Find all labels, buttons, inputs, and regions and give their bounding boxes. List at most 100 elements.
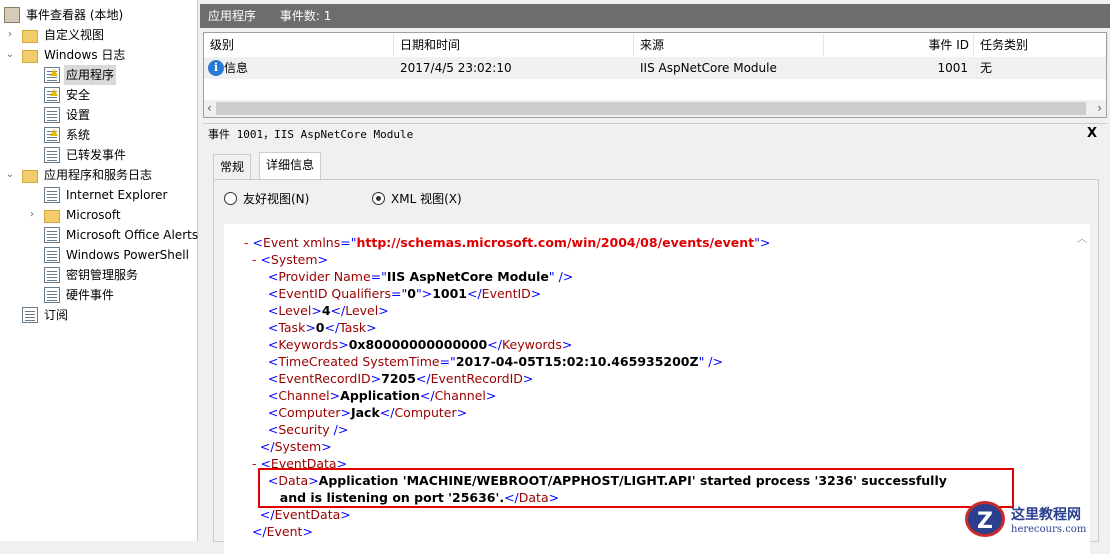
xml-token: < [267,303,279,318]
sidebar-item[interactable]: 应用程序 [44,65,117,85]
sidebar-item-label: Internet Explorer [66,188,168,202]
sidebar-item[interactable]: 硬件事件 [44,285,116,305]
xml-token: System [274,439,322,454]
xml-token: http://schemas.microsoft.com/win/2004/08… [356,235,755,250]
col-source[interactable]: 来源 [634,34,824,56]
radio-xml-view[interactable]: XML 视图(X) [372,190,462,207]
table-row[interactable]: i 信息 2017/4/5 23:02:10 IIS AspNetCore Mo… [204,57,1106,79]
xml-token: > [321,439,332,454]
xml-token: </ [419,388,435,403]
sidebar-item[interactable]: Internet Explorer [44,185,169,205]
sidebar-item[interactable]: 系统 [44,125,92,145]
sidebar-item[interactable]: ⌄ 应用程序和服务日志 [4,165,154,185]
xml-token: " /> [548,269,574,284]
xml-token: > [485,388,497,403]
xml-token: > [522,371,534,386]
xml-token: > [366,320,377,335]
expand-chevron-icon[interactable]: › [4,25,16,45]
xml-token: Channel [434,388,486,403]
xml-token: Jack [350,405,380,420]
xml-token: Application [340,388,420,403]
sidebar-item-label: 安全 [66,88,91,102]
sidebar-item-label: 应用程序和服务日志 [44,168,153,182]
xml-line: <Provider Name="IIS AspNetCore Module" /… [244,268,574,285]
scroll-left-icon[interactable]: ‹ [207,101,212,115]
root-icon [4,7,20,23]
sidebar-item[interactable]: › Microsoft [26,205,123,225]
xml-token [244,388,268,403]
expand-chevron-icon[interactable]: › [26,205,38,225]
xml-token: > [329,388,341,403]
sidebar-item[interactable]: 安全 [44,85,92,105]
xml-line: - <System> [244,251,328,268]
log-title: 应用程序 [208,9,257,23]
xml-token: TimeCreated SystemTime [278,354,440,369]
xml-token: 2017-04-05T15:02:10.465935200Z [455,354,699,369]
log-warn-icon [44,87,60,103]
log-icon [44,247,60,263]
expand-chevron-icon[interactable]: ⌄ [4,165,16,185]
xml-token: > [378,303,389,318]
tab-general[interactable]: 常规 [213,154,252,179]
xml-token: </ [415,371,431,386]
scroll-right-icon[interactable]: › [1097,101,1102,115]
radio-checked-icon [372,192,385,205]
xml-line: <Level>4</Level> [244,302,389,319]
xml-token: EventData [274,507,341,522]
xml-token [244,320,268,335]
sidebar-item-label: 订阅 [44,308,69,322]
xml-token: "> [415,286,433,301]
xml-token: 4 [321,303,331,318]
sidebar-item[interactable]: Windows PowerShell [44,245,191,265]
xml-line: <Keywords>0x80000000000000</Keywords> [244,336,572,353]
xml-token: < [260,252,271,267]
expand-chevron-icon[interactable]: ⌄ [4,45,16,65]
sidebar-item[interactable]: ⌄ Windows 日志 [4,45,127,65]
sidebar-item-label: Windows 日志 [44,48,126,62]
xml-token: Event [266,524,303,539]
xml-token [244,405,268,420]
xml-token: Level [345,303,379,318]
xml-line: - <Event xmlns="http://schemas.microsoft… [244,234,770,251]
col-id[interactable]: 事件 ID [824,34,974,56]
xml-token: < [267,269,279,284]
detail-title: 事件 1001，IIS AspNetCore Module [208,128,414,141]
sidebar-item[interactable]: 事件查看器 (本地) [4,5,125,25]
sidebar-item-label: 硬件事件 [66,288,115,302]
folder-icon [44,209,60,223]
xml-token: </ [466,286,482,301]
sidebar-item[interactable]: › 自定义视图 [4,25,106,45]
xml-token: System [270,252,318,267]
xml-token: Computer [278,405,341,420]
xml-token: 0x80000000000000 [348,337,488,352]
xml-token: =" [391,286,408,301]
log-icon [44,107,60,123]
sidebar-item[interactable]: 密钥管理服务 [44,265,140,285]
xml-line: </System> [244,438,332,455]
log-icon [44,287,60,303]
xml-token [244,371,268,386]
sidebar-item[interactable]: 已转发事件 [44,145,128,165]
radio-friendly-view[interactable]: 友好视图(N) [224,190,309,207]
grid-header: 级别 日期和时间 来源 事件 ID 任务类别 [204,34,1108,56]
xml-token: < [267,354,279,369]
xml-line: <EventRecordID>7205</EventRecordID> [244,370,534,387]
xml-token [244,524,252,539]
close-icon[interactable]: X [1087,126,1097,141]
col-level[interactable]: 级别 [204,34,394,56]
col-task[interactable]: 任务类别 [974,34,1108,56]
xml-token: Level [278,303,312,318]
xml-token: Event xmlns [262,235,341,250]
xml-token: EventID Qualifiers [278,286,392,301]
horizontal-scrollbar[interactable]: ‹ › [204,100,1106,117]
sidebar-item[interactable]: Microsoft Office Alerts [44,225,200,245]
col-date[interactable]: 日期和时间 [394,34,634,56]
row-source: IIS AspNetCore Module [640,61,777,75]
xml-line: <Task>0</Task> [244,319,377,336]
log-icon [44,267,60,283]
sidebar-item[interactable]: 设置 [44,105,92,125]
sidebar-item[interactable]: 订阅 [4,305,70,325]
xml-token: </ [487,337,502,352]
tab-details[interactable]: 详细信息 [259,152,322,179]
log-warn-icon [44,67,60,83]
